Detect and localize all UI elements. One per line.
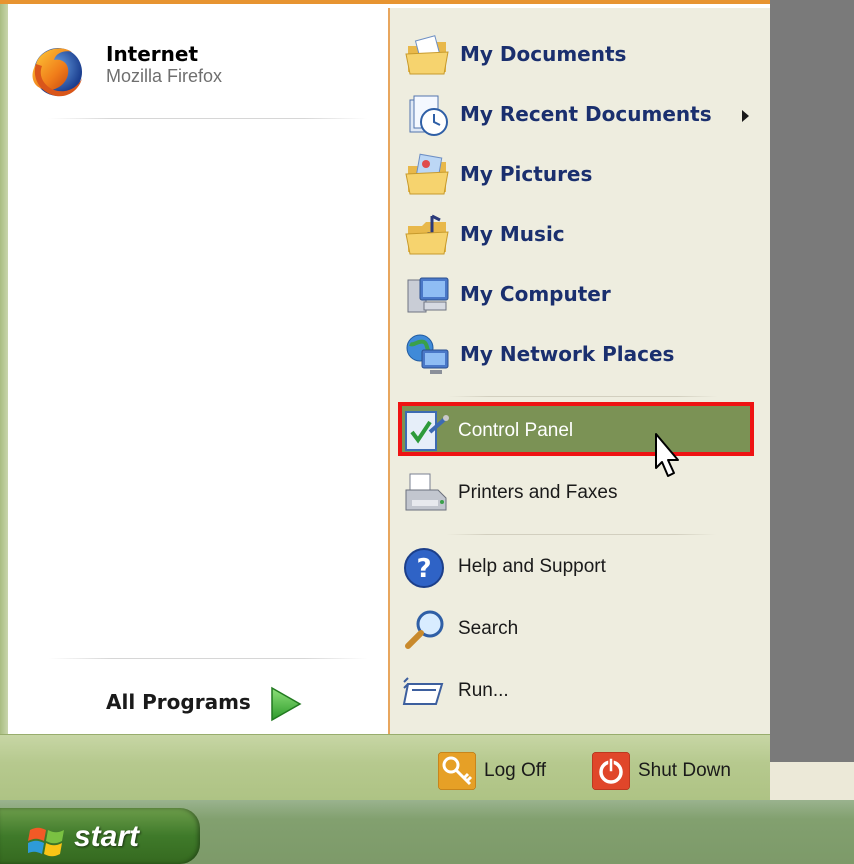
start-button[interactable]: start	[0, 808, 200, 864]
help-and-support-item[interactable]: ? Help and Support	[402, 540, 756, 596]
pinned-item-title: Internet	[106, 42, 199, 66]
windows-logo-icon	[28, 827, 64, 857]
my-network-places-label: My Network Places	[460, 342, 675, 366]
my-documents-item[interactable]: My Documents	[404, 28, 758, 84]
start-menu-left-pane: Internet Mozilla Firefox All Programs	[8, 8, 388, 734]
left-separator-bottom	[48, 658, 368, 659]
submenu-arrow-icon	[742, 110, 749, 122]
my-network-places-item[interactable]: My Network Places	[404, 328, 758, 384]
printers-and-faxes-label: Printers and Faxes	[458, 482, 618, 503]
shut-down-label: Shut Down	[638, 760, 731, 781]
my-music-item[interactable]: My Music	[404, 208, 758, 264]
run-item[interactable]: Run...	[402, 664, 756, 720]
my-music-folder-icon	[405, 214, 449, 255]
right-separator-2	[446, 534, 716, 535]
printer-icon	[405, 473, 447, 511]
my-music-label: My Music	[460, 222, 565, 246]
run-icon	[402, 677, 444, 705]
my-computer-item[interactable]: My Computer	[404, 268, 758, 324]
svg-text:?: ?	[416, 554, 431, 584]
my-documents-label: My Documents	[460, 42, 627, 66]
left-separator-top	[48, 118, 368, 119]
start-label: start	[74, 820, 140, 853]
all-programs-button[interactable]: All Programs	[88, 684, 348, 724]
control-panel-label: Control Panel	[458, 420, 574, 441]
right-separator-1	[448, 396, 718, 397]
mouse-cursor-icon	[655, 433, 679, 477]
desktop-background	[768, 0, 854, 762]
my-pictures-item[interactable]: My Pictures	[404, 148, 758, 204]
all-programs-label: All Programs	[106, 690, 251, 714]
key-icon	[438, 752, 476, 790]
control-panel-icon	[405, 411, 449, 451]
run-label: Run...	[458, 680, 509, 701]
pinned-internet-item[interactable]: Internet Mozilla Firefox	[26, 38, 366, 104]
my-documents-folder-icon	[405, 35, 449, 75]
start-menu: Internet Mozilla Firefox All Programs My…	[0, 0, 770, 805]
my-computer-label: My Computer	[460, 282, 611, 306]
my-recent-documents-item[interactable]: My Recent Documents	[404, 88, 758, 144]
search-item[interactable]: Search	[402, 602, 756, 658]
search-label: Search	[458, 618, 519, 639]
my-pictures-label: My Pictures	[460, 162, 593, 186]
printers-and-faxes-item[interactable]: Printers and Faxes	[402, 466, 756, 522]
my-recent-documents-label: My Recent Documents	[460, 102, 712, 126]
network-places-icon	[406, 334, 449, 374]
help-and-support-label: Help and Support	[458, 556, 606, 577]
help-icon: ?	[404, 548, 444, 588]
menu-left-edge	[0, 4, 8, 734]
firefox-icon	[32, 48, 82, 97]
search-icon	[405, 610, 444, 649]
recent-documents-icon	[409, 95, 448, 136]
power-icon	[592, 752, 630, 790]
my-computer-icon	[407, 277, 449, 313]
my-pictures-folder-icon	[405, 153, 449, 195]
green-arrow-icon	[271, 686, 302, 722]
pinned-item-subtitle: Mozilla Firefox	[106, 66, 223, 86]
desktop-background-strip	[768, 762, 854, 796]
log-off-label: Log Off	[484, 760, 546, 781]
control-panel-item[interactable]: Control Panel	[402, 404, 756, 460]
